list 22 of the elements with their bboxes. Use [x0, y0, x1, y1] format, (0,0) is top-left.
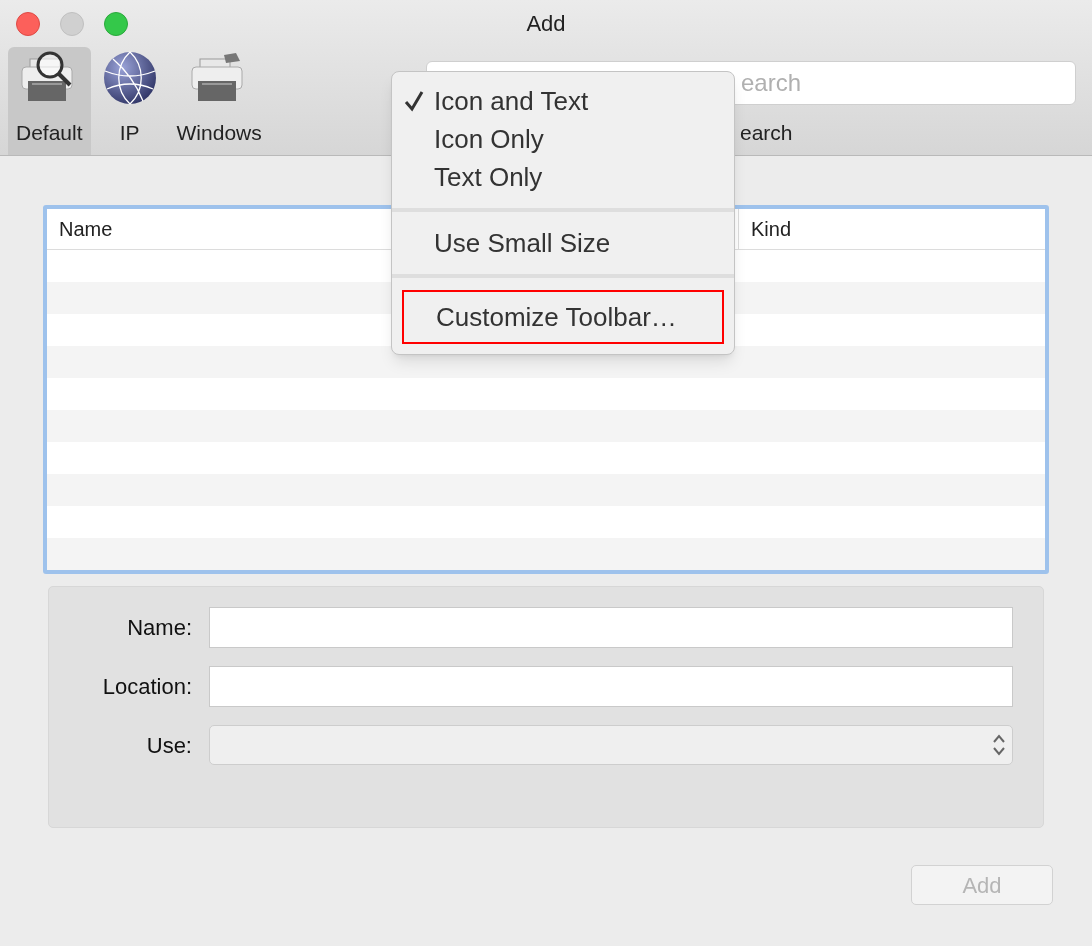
- menu-item[interactable]: Text Only: [392, 158, 734, 196]
- column-header[interactable]: Kind: [739, 209, 1045, 249]
- close-icon[interactable]: [16, 11, 40, 36]
- checkmark-icon: [404, 90, 424, 112]
- field-label: Name:: [126, 614, 192, 642]
- menu-item[interactable]: Customize Toolbar…: [402, 290, 724, 344]
- menu-item[interactable]: Use Small Size: [392, 224, 734, 262]
- field-label: Location:: [101, 673, 192, 701]
- zoom-icon[interactable]: [104, 11, 128, 36]
- text-field[interactable]: [209, 607, 1013, 648]
- window-title: Add: [526, 10, 566, 38]
- field-label: Use:: [145, 731, 192, 760]
- popup-field[interactable]: [209, 725, 1013, 765]
- up-down-chevron-icon: [992, 733, 1006, 757]
- minimize-icon[interactable]: [60, 11, 84, 36]
- toolbar-item[interactable]: Windows: [168, 47, 270, 155]
- toolbar-item[interactable]: Default: [8, 47, 91, 155]
- search-label: earch: [740, 120, 793, 146]
- globe-icon: [102, 51, 157, 105]
- text-field[interactable]: [209, 666, 1013, 707]
- menu-item[interactable]: Icon Only: [392, 120, 734, 158]
- toolbar-item[interactable]: IP: [94, 47, 165, 155]
